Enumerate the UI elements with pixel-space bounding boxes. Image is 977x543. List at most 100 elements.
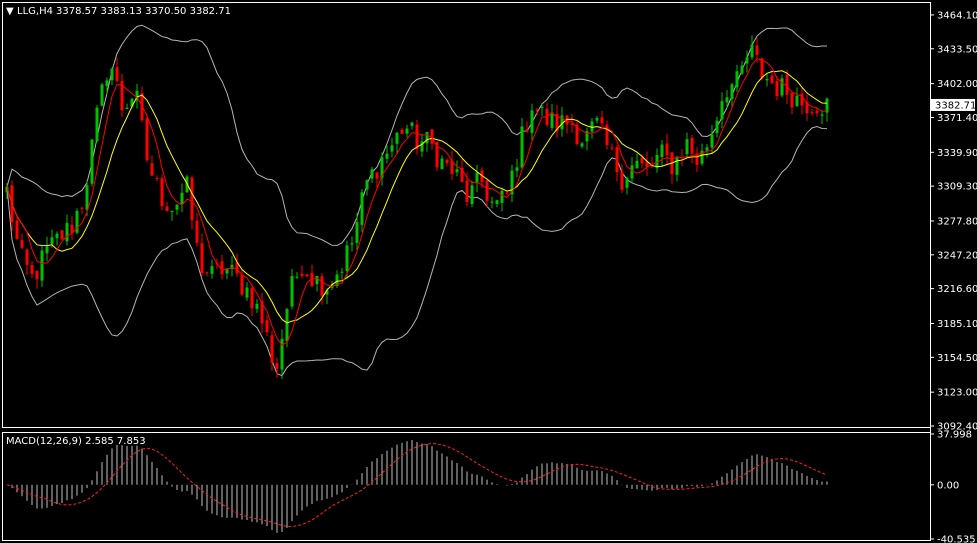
candle [385,145,389,164]
candle [685,132,689,158]
candle-body [50,237,54,244]
candle [770,71,774,85]
candle [405,124,409,138]
price-tick-label: 3339.90 [937,148,977,159]
candle-body [660,144,664,158]
candle-body [395,132,399,144]
candle [45,236,49,262]
candle-body [640,157,644,164]
candle-body [30,265,34,274]
candle [650,156,654,169]
candle [340,267,344,280]
candle-body [750,44,754,58]
candle-body [675,156,679,175]
candle-body [170,210,174,212]
moving-averages [6,58,828,346]
candle-body [315,276,319,284]
candle [690,135,694,164]
candle [390,137,394,158]
candle [655,148,659,173]
candle-body [790,92,794,108]
macd-label: MACD(12,26,9) 2.585 7.853 [6,436,146,447]
menu-arrow-icon[interactable]: ▼ [6,6,14,17]
candle [195,212,199,247]
candle-body [340,271,344,273]
candle-body [295,276,299,278]
candle [310,264,314,288]
candle [490,196,494,209]
price-tick-label: 3123.00 [937,388,977,399]
candle-body [115,67,119,82]
candle-body [320,276,324,296]
candle [175,203,179,215]
candle [715,116,719,138]
candle-body [20,240,24,248]
candle [475,164,479,193]
candle-body [505,192,509,194]
candle-body [715,120,719,134]
candle-body [255,303,259,309]
candle-body [365,180,369,190]
candle [675,155,679,182]
candle [120,73,124,118]
candle [745,50,749,73]
price-tick-label: 3185.10 [937,319,977,330]
price-axis: 3464.10 3433.50 3402.00 3371.40 3339.90 3309.… [930,10,977,433]
candle [520,118,524,169]
candle-body [175,204,179,210]
macd-tick-label: -40.535 [937,535,976,543]
candle [165,202,169,212]
ohlc-readout: 3378.57 3383.13 3370.50 3382.71 [56,6,231,17]
candle-body [445,159,449,164]
candle [665,133,669,165]
candle-body [635,160,639,169]
candle [150,155,154,176]
candle [155,175,159,182]
candle [795,87,799,107]
candle [455,160,459,177]
candle-body [755,45,759,56]
candle-body [625,177,629,188]
candle-body [615,147,619,173]
candle-body [265,320,269,333]
candle-body [370,169,374,179]
candle-body [220,261,224,275]
candle [305,273,309,278]
candle-body [85,185,89,210]
candle [610,143,614,151]
candle [280,329,284,380]
candle-body [535,109,539,111]
candle [560,106,564,137]
price-tick-label: 3402.00 [937,79,977,90]
candle-body [405,128,409,134]
candle [660,139,664,167]
candle [90,138,94,187]
candle-body [190,177,194,221]
candle [205,271,209,277]
macd-tick-label: 0.00 [937,480,959,491]
candle [265,315,269,337]
candle-body [65,223,69,242]
candle-body [60,230,64,240]
candle [495,199,499,208]
candle-body [150,163,154,176]
candle-body [530,110,534,133]
candle [615,144,619,182]
candle-body [145,118,149,161]
candle-body [525,129,529,132]
candle-body [765,78,769,81]
candle [30,261,34,279]
candle [260,292,264,333]
candle-body [180,192,184,204]
candle-body [45,246,49,254]
candle [825,97,829,122]
candle [540,102,544,116]
candle-body [160,178,164,207]
candle-body [90,139,94,184]
candle-body [630,165,634,179]
candle [740,60,744,75]
candle [350,236,354,252]
candle-body [210,266,214,274]
candle-body [25,249,29,265]
candle-body [725,97,729,103]
